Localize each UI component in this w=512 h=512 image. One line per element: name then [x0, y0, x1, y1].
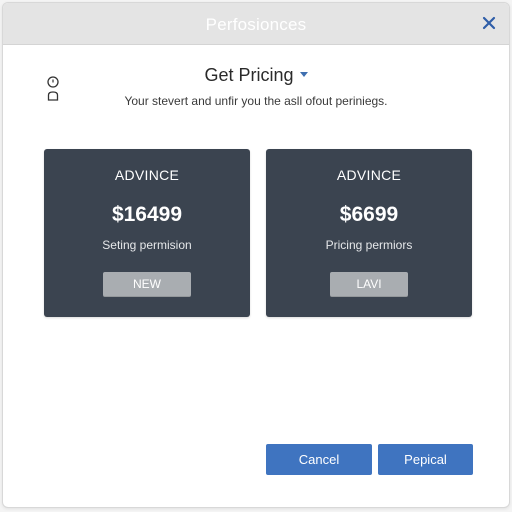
- primary-button[interactable]: Pepical: [378, 444, 473, 475]
- lavi-button[interactable]: LAVI: [330, 272, 408, 297]
- new-button[interactable]: NEW: [103, 272, 191, 297]
- pricing-card-2: ADVINCE $6699 Pricing permiors LAVI: [266, 149, 472, 317]
- dialog-title: Perfosionces: [205, 15, 307, 34]
- card-description: Pricing permiors: [325, 238, 413, 252]
- heading-row: Get Pricing: [3, 65, 509, 86]
- card-description: Seting permision: [102, 238, 192, 252]
- card-price: $16499: [111, 203, 183, 226]
- dialog-titlebar: Perfosionces: [3, 3, 509, 45]
- pricing-subtitle: Your stevert and unfir you the asll ofou…: [124, 94, 388, 108]
- card-tier: ADVINCE: [336, 167, 402, 183]
- card-tier: ADVINCE: [114, 167, 180, 183]
- chevron-down-icon: [299, 71, 308, 77]
- close-icon[interactable]: [479, 13, 499, 33]
- pricing-card-1: ADVINCE $16499 Seting permision NEW: [44, 149, 250, 317]
- cancel-button[interactable]: Cancel: [266, 444, 372, 475]
- card-price: $6699: [339, 203, 399, 226]
- pricing-heading: Get Pricing: [204, 65, 294, 85]
- pricing-dropdown[interactable]: Get Pricing: [204, 65, 308, 86]
- pricing-dialog: Perfosionces Get Pricing Your stevert an…: [2, 2, 510, 508]
